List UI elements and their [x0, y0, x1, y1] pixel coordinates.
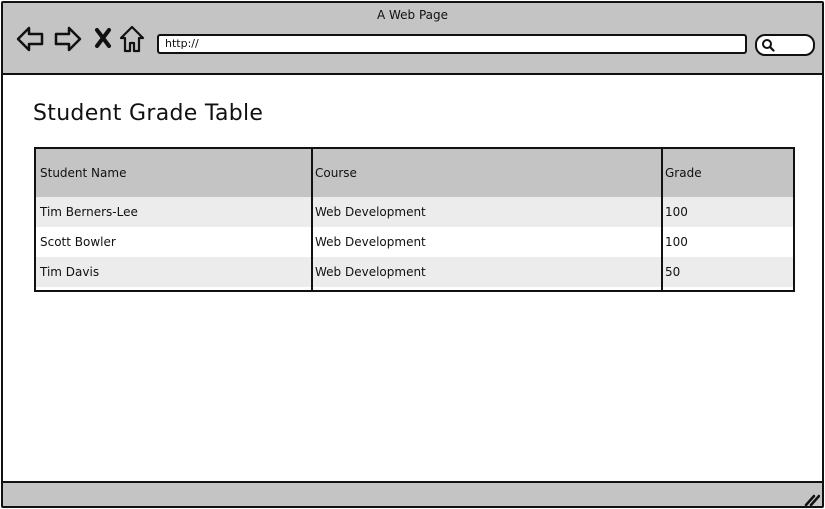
resize-grip-icon[interactable] — [804, 492, 820, 506]
cell-grade: 50 — [665, 265, 681, 279]
table-header-row: Student Name Course Grade — [36, 149, 793, 197]
table-row: Scott Bowler Web Development 100 — [36, 227, 793, 257]
browser-toolbar: A Web Page http:// — [3, 3, 822, 75]
status-bar — [3, 481, 822, 506]
forward-arrow-icon[interactable] — [53, 24, 83, 54]
cell-student-name: Tim Berners-Lee — [40, 205, 138, 219]
page-content: Student Grade Table Student Name Course … — [3, 75, 822, 481]
header-student-name[interactable]: Student Name — [40, 166, 126, 180]
window-title: A Web Page — [376, 8, 449, 22]
cell-student-name: Scott Bowler — [40, 235, 116, 249]
column-divider[interactable] — [661, 149, 663, 290]
home-icon[interactable] — [117, 24, 147, 54]
back-arrow-icon[interactable] — [15, 24, 45, 54]
table-row: Tim Berners-Lee Web Development 100 — [36, 197, 793, 227]
search-icon — [762, 39, 775, 52]
cell-course: Web Development — [315, 205, 426, 219]
browser-window: A Web Page http:// Student Grade Table S… — [1, 1, 824, 508]
cell-course: Web Development — [315, 265, 426, 279]
search-input[interactable] — [755, 34, 815, 56]
column-divider[interactable] — [311, 149, 313, 290]
cell-grade: 100 — [665, 235, 688, 249]
grade-table: Student Name Course Grade Tim Berners-Le… — [34, 147, 795, 292]
cell-course: Web Development — [315, 235, 426, 249]
header-course[interactable]: Course — [315, 166, 357, 180]
header-grade[interactable]: Grade — [665, 166, 702, 180]
cell-student-name: Tim Davis — [40, 265, 100, 279]
url-input[interactable]: http:// — [157, 34, 747, 54]
table-row: Tim Davis Web Development 50 — [36, 257, 793, 287]
page-title: Student Grade Table — [33, 101, 264, 126]
cell-grade: 100 — [665, 205, 688, 219]
